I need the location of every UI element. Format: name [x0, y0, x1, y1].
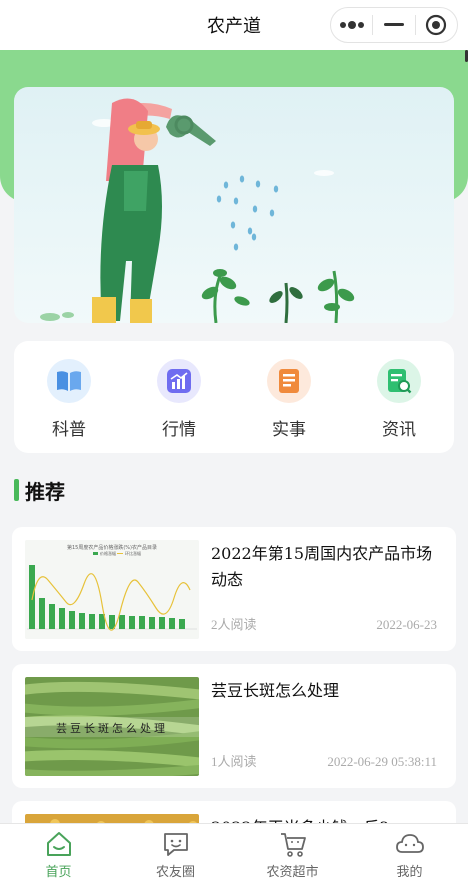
- tab-label: 农资超市: [266, 865, 319, 880]
- section-header: 推荐: [14, 477, 65, 504]
- chat-icon: [163, 833, 188, 856]
- article-card[interactable]: 芸豆长斑怎么处理 芸豆长斑怎么处理 1人阅读 2022-06-29 05:38:…: [12, 664, 456, 788]
- more-dots-icon[interactable]: [331, 8, 372, 42]
- tab-mine[interactable]: 我的: [351, 824, 468, 882]
- cart-icon: [280, 833, 306, 857]
- minimize-icon[interactable]: [373, 8, 414, 42]
- capsule-menu: [330, 7, 458, 43]
- tab-nongzi-market[interactable]: 农资超市: [234, 824, 351, 882]
- category-label: 行情: [162, 420, 196, 440]
- article-thumbnail-chart: 第15周度农产品价格涨跌(%)农产品目录 价格涨幅 环比涨幅: [25, 540, 199, 639]
- article-title: 芸豆长斑怎么处理: [211, 681, 340, 700]
- category-shishi[interactable]: 实事: [234, 341, 344, 453]
- category-kepu[interactable]: 科普: [14, 341, 124, 453]
- chart-icon: [157, 359, 201, 403]
- article-thumbnail-beans: 芸豆长斑怎么处理: [25, 677, 199, 776]
- tab-label: 农友圈: [155, 865, 195, 880]
- category-label: 科普: [52, 420, 86, 440]
- book-icon: [47, 359, 91, 403]
- category-zixun[interactable]: 资讯: [344, 341, 454, 453]
- category-hangqing[interactable]: 行情: [124, 341, 234, 453]
- article-title: 2022年第15周国内农产品市场动态: [211, 544, 433, 589]
- thumb-legend-2: 环比涨幅: [125, 550, 141, 556]
- page-title: 农产道: [207, 16, 261, 37]
- category-label: 实事: [272, 420, 306, 440]
- category-grid: 科普 行情 实事 资讯: [14, 341, 454, 453]
- home-icon: [46, 832, 71, 856]
- article-card[interactable]: 第15周度农产品价格涨跌(%)农产品目录 价格涨幅 环比涨幅 2022年第15周…: [12, 527, 456, 651]
- thumb-chart-title: 第15周度农产品价格涨跌(%)农产品目录: [67, 544, 157, 551]
- tab-home[interactable]: 首页: [0, 824, 117, 882]
- farmer-watering-illustration: [40, 98, 355, 323]
- user-cloud-icon: [395, 834, 424, 853]
- banner-carousel[interactable]: [14, 87, 454, 323]
- category-label: 资讯: [382, 420, 416, 440]
- thumb-caption: 芸豆长斑怎么处理: [56, 721, 168, 735]
- document-icon: [267, 359, 311, 403]
- tab-label: 我的: [396, 865, 423, 880]
- section-accent-bar: [14, 479, 19, 501]
- article-read-count: 2人阅读: [211, 617, 257, 632]
- section-title: 推荐: [25, 479, 65, 504]
- tab-nongyouquan[interactable]: 农友圈: [117, 824, 234, 882]
- bottom-tab-bar: 首页 农友圈 农资超市 我的: [0, 823, 468, 882]
- article-date: 2022-06-29 05:38:11: [327, 754, 437, 769]
- target-icon[interactable]: [416, 8, 457, 42]
- tab-label: 首页: [45, 865, 72, 880]
- navigation-bar: 农产道: [0, 0, 468, 50]
- thumb-legend-1: 价格涨幅: [100, 550, 116, 556]
- article-read-count: 1人阅读: [211, 754, 257, 769]
- search-doc-icon: [377, 359, 421, 403]
- article-date: 2022-06-23: [376, 617, 437, 632]
